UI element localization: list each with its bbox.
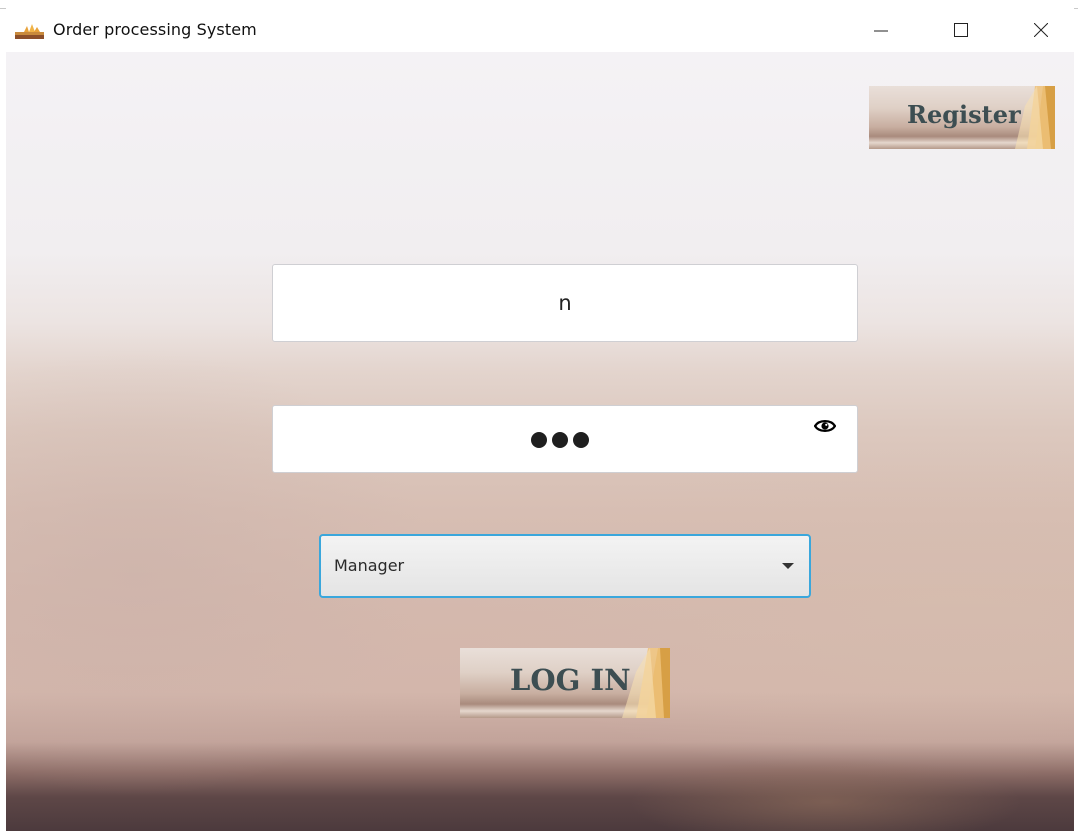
username-input[interactable] <box>273 265 857 341</box>
close-icon <box>1034 23 1048 37</box>
login-background: Register Manager <box>6 52 1074 831</box>
maximize-button[interactable] <box>938 8 984 52</box>
minimize-icon <box>874 30 888 32</box>
app-logo-icon <box>15 24 44 39</box>
login-button[interactable]: LOG IN <box>460 648 670 718</box>
username-field[interactable] <box>272 264 858 342</box>
role-select-value: Manager <box>334 556 405 575</box>
password-field[interactable] <box>272 405 858 473</box>
login-label: LOG IN <box>510 663 631 697</box>
password-dot <box>531 432 547 448</box>
role-select[interactable]: Manager <box>319 534 811 598</box>
register-label: Register <box>907 100 1021 129</box>
window-title: Order processing System <box>53 20 257 39</box>
eye-icon[interactable] <box>814 418 836 434</box>
background-glow <box>6 742 1074 831</box>
chevron-down-icon <box>782 563 794 569</box>
title-bar: Order processing System <box>6 8 1074 52</box>
password-mask <box>531 432 589 448</box>
minimize-button[interactable] <box>858 8 904 52</box>
register-button[interactable]: Register <box>869 86 1055 149</box>
maximize-icon <box>954 23 968 37</box>
password-dot <box>552 432 568 448</box>
app-window: Order processing System Register n Manag… <box>6 8 1074 831</box>
password-dot <box>573 432 589 448</box>
close-button[interactable] <box>1018 8 1064 52</box>
